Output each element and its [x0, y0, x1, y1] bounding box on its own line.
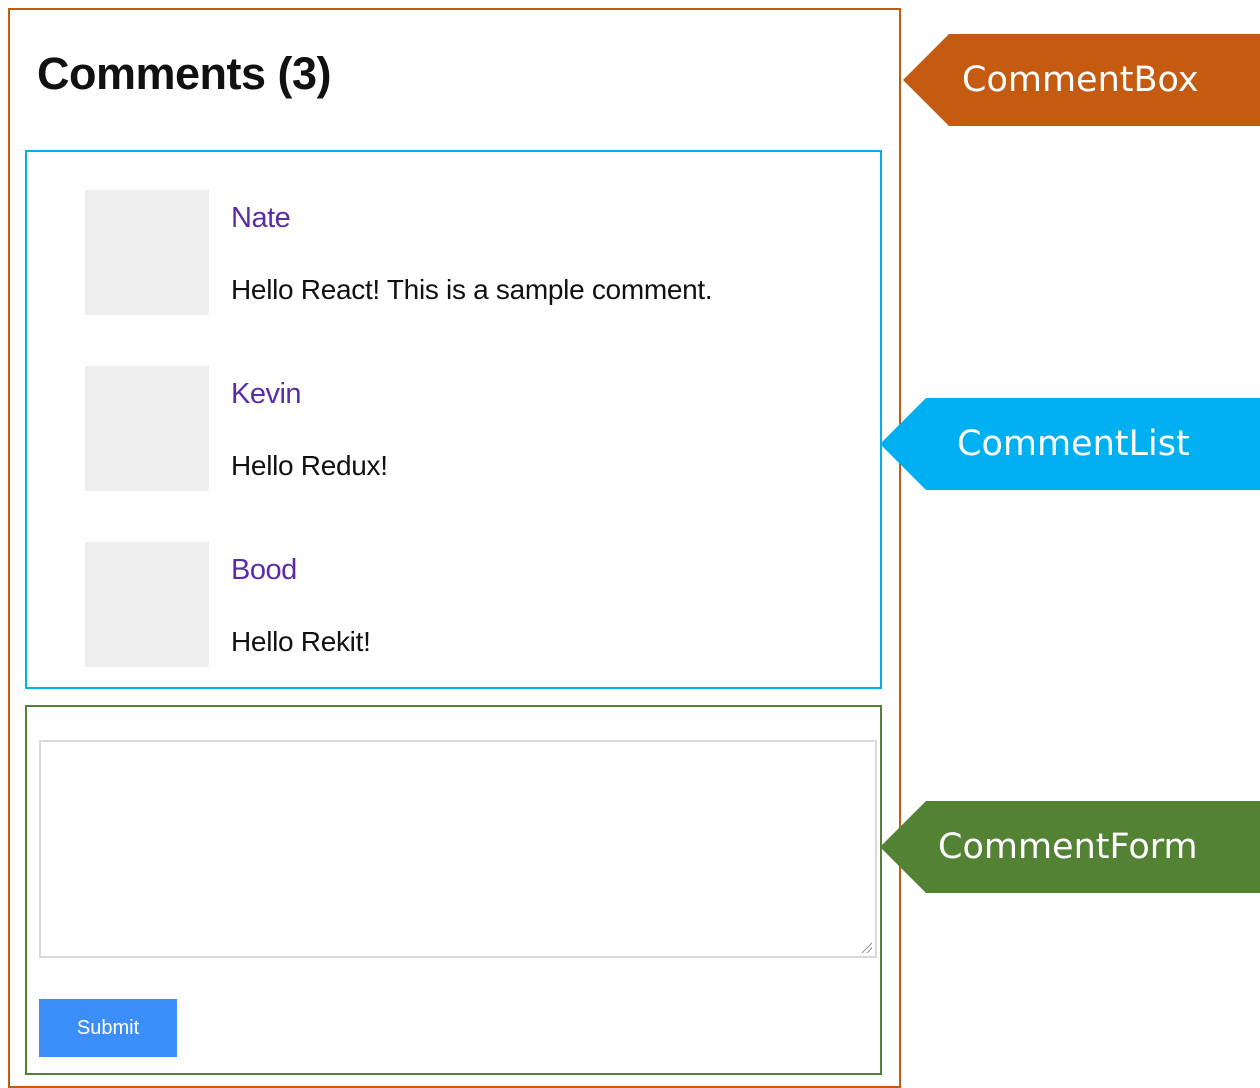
resize-handle-icon[interactable]: [860, 941, 872, 953]
comment-item: Bood Hello Rekit!: [85, 542, 845, 667]
comment-text: Hello Redux!: [231, 450, 388, 481]
comment-author-link[interactable]: Nate: [231, 202, 291, 235]
commentbox-callout-label: CommentBox: [903, 34, 1260, 126]
comment-list: Nate Hello React! This is a sample comme…: [25, 150, 882, 689]
comment-item: Kevin Hello Redux!: [85, 366, 845, 491]
comment-textarea[interactable]: [39, 740, 877, 958]
commentform-callout-label: CommentForm: [880, 801, 1260, 893]
comment-author-link[interactable]: Kevin: [231, 378, 302, 411]
comment-form: Submit: [25, 705, 882, 1075]
comment-item: Nate Hello React! This is a sample comme…: [85, 190, 845, 315]
submit-button[interactable]: Submit: [39, 999, 177, 1057]
comments-heading: Comments (3): [37, 48, 332, 99]
comment-author-link[interactable]: Bood: [231, 554, 297, 587]
comment-text: Hello Rekit!: [231, 626, 371, 657]
commentlist-callout-label: CommentList: [880, 398, 1260, 490]
avatar: [85, 190, 209, 315]
avatar: [85, 542, 209, 667]
comment-text: Hello React! This is a sample comment.: [231, 274, 713, 305]
avatar: [85, 366, 209, 491]
